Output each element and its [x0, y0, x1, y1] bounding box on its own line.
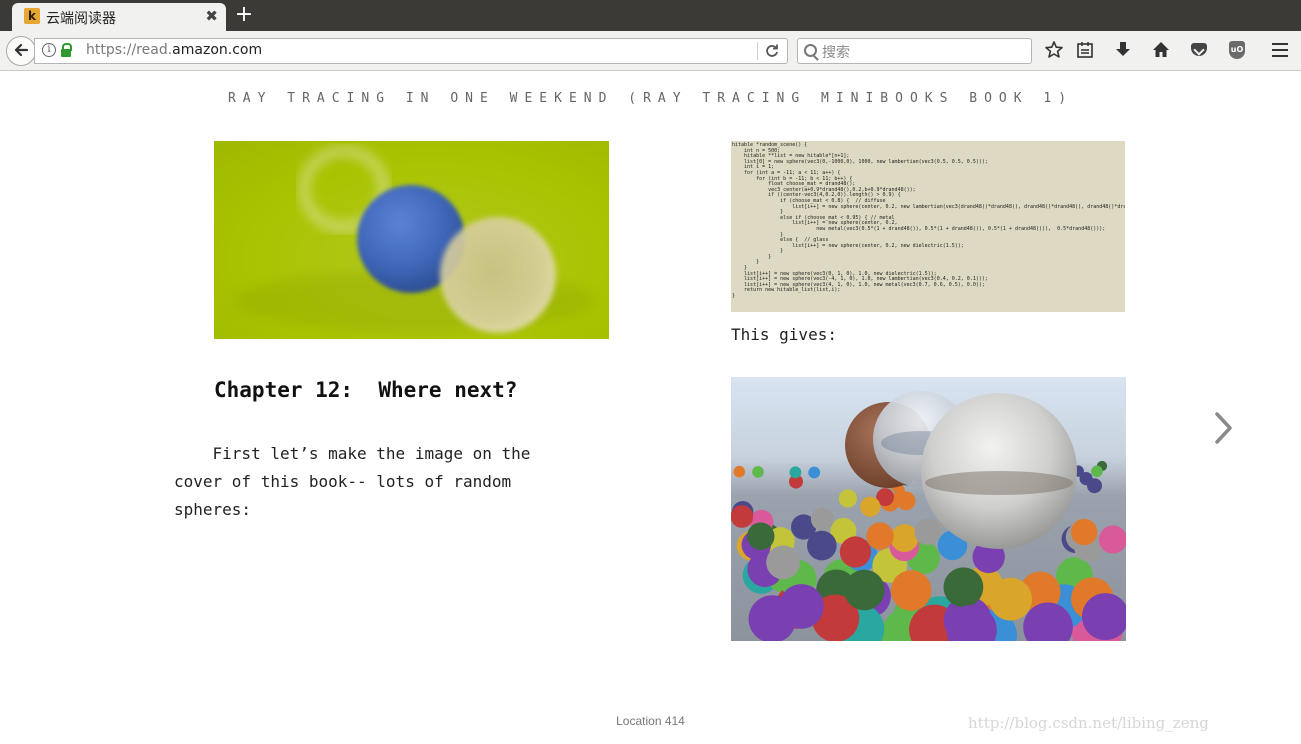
small-sphere: [914, 518, 941, 545]
paragraph-line: First let’s make the image on the: [174, 444, 531, 463]
small-sphere: [807, 530, 837, 561]
small-sphere: [860, 496, 881, 517]
home-icon[interactable]: [1150, 39, 1172, 61]
small-sphere: [839, 536, 871, 568]
small-sphere: [943, 567, 984, 608]
small-sphere: [1087, 478, 1102, 494]
url-domain: amazon.com: [172, 42, 263, 58]
menu-icon[interactable]: [1269, 39, 1291, 61]
chevron-right-icon[interactable]: [1211, 408, 1237, 448]
small-sphere: [733, 465, 746, 478]
tab-close-icon[interactable]: ✖: [205, 7, 218, 25]
bookmark-star-icon[interactable]: [1043, 39, 1065, 61]
pocket-icon[interactable]: [1188, 39, 1210, 61]
small-sphere: [890, 524, 919, 552]
tab-title: 云端阅读器: [46, 11, 116, 27]
new-tab-button[interactable]: +: [234, 3, 254, 27]
lock-icon[interactable]: [61, 43, 72, 57]
small-sphere: [810, 507, 835, 531]
small-sphere: [1071, 518, 1098, 546]
code-line: list[i++] = new sphere(center, 0.2, new …: [732, 203, 1125, 210]
small-sphere: [890, 570, 932, 611]
random-spheres-render-image: [731, 377, 1126, 641]
chapter-paragraph: First let’s make the image on the cover …: [174, 440, 594, 524]
search-icon: [804, 44, 817, 57]
small-sphere: [789, 466, 802, 479]
watermark-text: http://blog.csdn.net/libing_zeng: [968, 714, 1209, 732]
chapter-heading: Chapter 12: Where next?: [214, 378, 518, 402]
paragraph-line: spheres:: [174, 500, 252, 519]
small-sphere: [748, 595, 797, 641]
code-line: }: [732, 293, 736, 300]
paragraph-line: cover of this book-- lots of random: [174, 472, 512, 491]
small-sphere: [1091, 465, 1103, 478]
defocus-blur-render-image: [214, 141, 609, 339]
title-bar: k 云端阅读器 ✖ +: [0, 0, 1301, 31]
navigation-toolbar: i https://read.amazon.com 搜索 uO: [0, 31, 1301, 71]
reload-icon[interactable]: [765, 41, 779, 62]
code-line: new metal(vec3(0.5*(1 + drand48()), 0.5*…: [732, 225, 1106, 232]
search-placeholder: 搜索: [822, 45, 850, 61]
search-input[interactable]: 搜索: [797, 38, 1032, 64]
small-sphere: [866, 522, 894, 550]
small-sphere: [731, 505, 754, 528]
info-icon[interactable]: i: [42, 43, 56, 57]
small-sphere: [752, 466, 764, 478]
small-sphere: [989, 577, 1032, 621]
back-arrow-icon[interactable]: [6, 36, 36, 66]
code-listing-image: hitable *random_scene() { int n = 500; h…: [731, 141, 1125, 312]
small-sphere: [747, 522, 775, 550]
kindle-favicon-icon: k: [24, 8, 40, 24]
small-sphere: [808, 466, 821, 479]
download-icon[interactable]: [1112, 39, 1134, 61]
reading-list-icon[interactable]: [1074, 39, 1096, 61]
url-bar[interactable]: i https://read.amazon.com: [34, 38, 788, 64]
small-sphere: [766, 545, 800, 580]
small-sphere: [838, 489, 857, 508]
this-gives-text: This gives:: [731, 325, 837, 344]
browser-tab[interactable]: k 云端阅读器 ✖: [12, 3, 226, 31]
url-text[interactable]: https://read.amazon.com: [86, 42, 262, 58]
book-title: RAY TRACING IN ONE WEEKEND (RAY TRACING …: [227, 91, 1074, 106]
url-separator: [757, 42, 758, 60]
ublock-icon[interactable]: uO: [1226, 39, 1248, 61]
small-sphere: [1098, 525, 1126, 554]
small-sphere: [844, 569, 885, 611]
